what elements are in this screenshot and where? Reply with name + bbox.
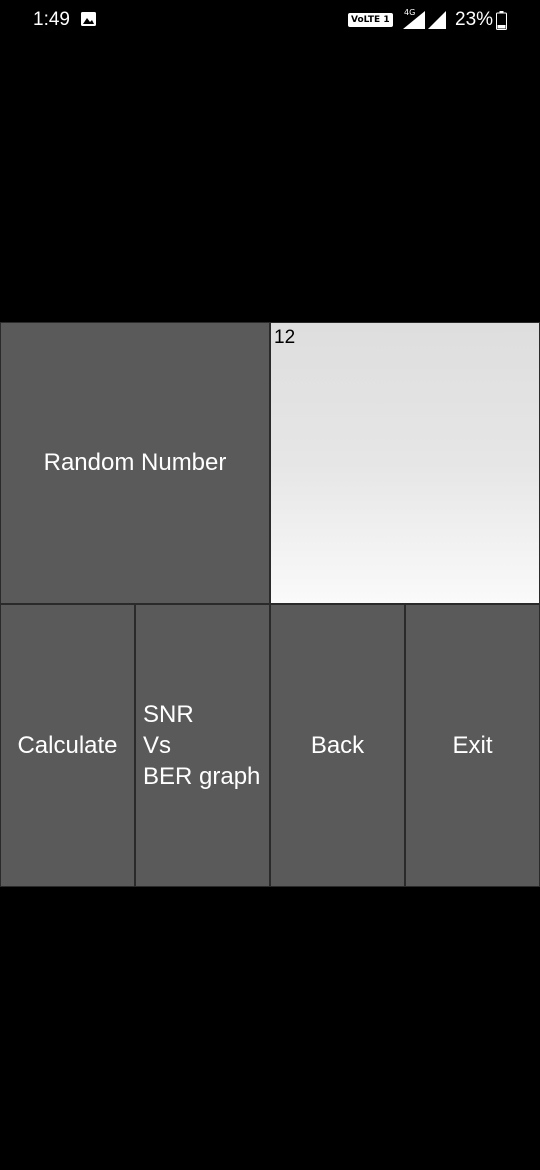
exit-label: Exit <box>452 731 493 759</box>
snr-label-line-2: Vs <box>143 732 172 759</box>
battery-percent: 23% <box>455 9 494 30</box>
calculate-label: Calculate <box>17 731 118 759</box>
exit-button[interactable]: Exit <box>405 604 540 887</box>
status-time: 1:49 <box>33 9 70 30</box>
signal-icon <box>428 11 446 29</box>
volte-badge: VoLTE 1 <box>348 13 393 27</box>
snr-label-line-3: BER graph <box>143 763 261 790</box>
result-display: 12 <box>270 322 540 604</box>
back-label: Back <box>310 731 365 759</box>
back-button[interactable]: Back <box>270 604 405 887</box>
status-bar: 1:49 VoLTE 1 4G 23% <box>0 0 540 40</box>
snr-vs-ber-graph-button[interactable]: SNR Vs BER graph <box>135 604 270 887</box>
app-screen: 1:49 VoLTE 1 4G 23% Random Number 12 Cal… <box>0 0 540 1170</box>
gallery-icon <box>81 12 96 26</box>
signal-icon <box>403 11 425 29</box>
calculate-button[interactable]: Calculate <box>0 604 135 887</box>
battery-icon <box>496 11 507 30</box>
snr-label-line-1: SNR <box>143 701 194 728</box>
random-number-button[interactable]: Random Number <box>0 322 270 604</box>
button-grid: Random Number 12 Calculate SNR Vs BER gr… <box>0 322 540 887</box>
random-number-label: Random Number <box>43 449 227 476</box>
snr-vs-ber-graph-label: SNR Vs BER graph <box>143 699 260 792</box>
result-value: 12 <box>274 327 296 348</box>
